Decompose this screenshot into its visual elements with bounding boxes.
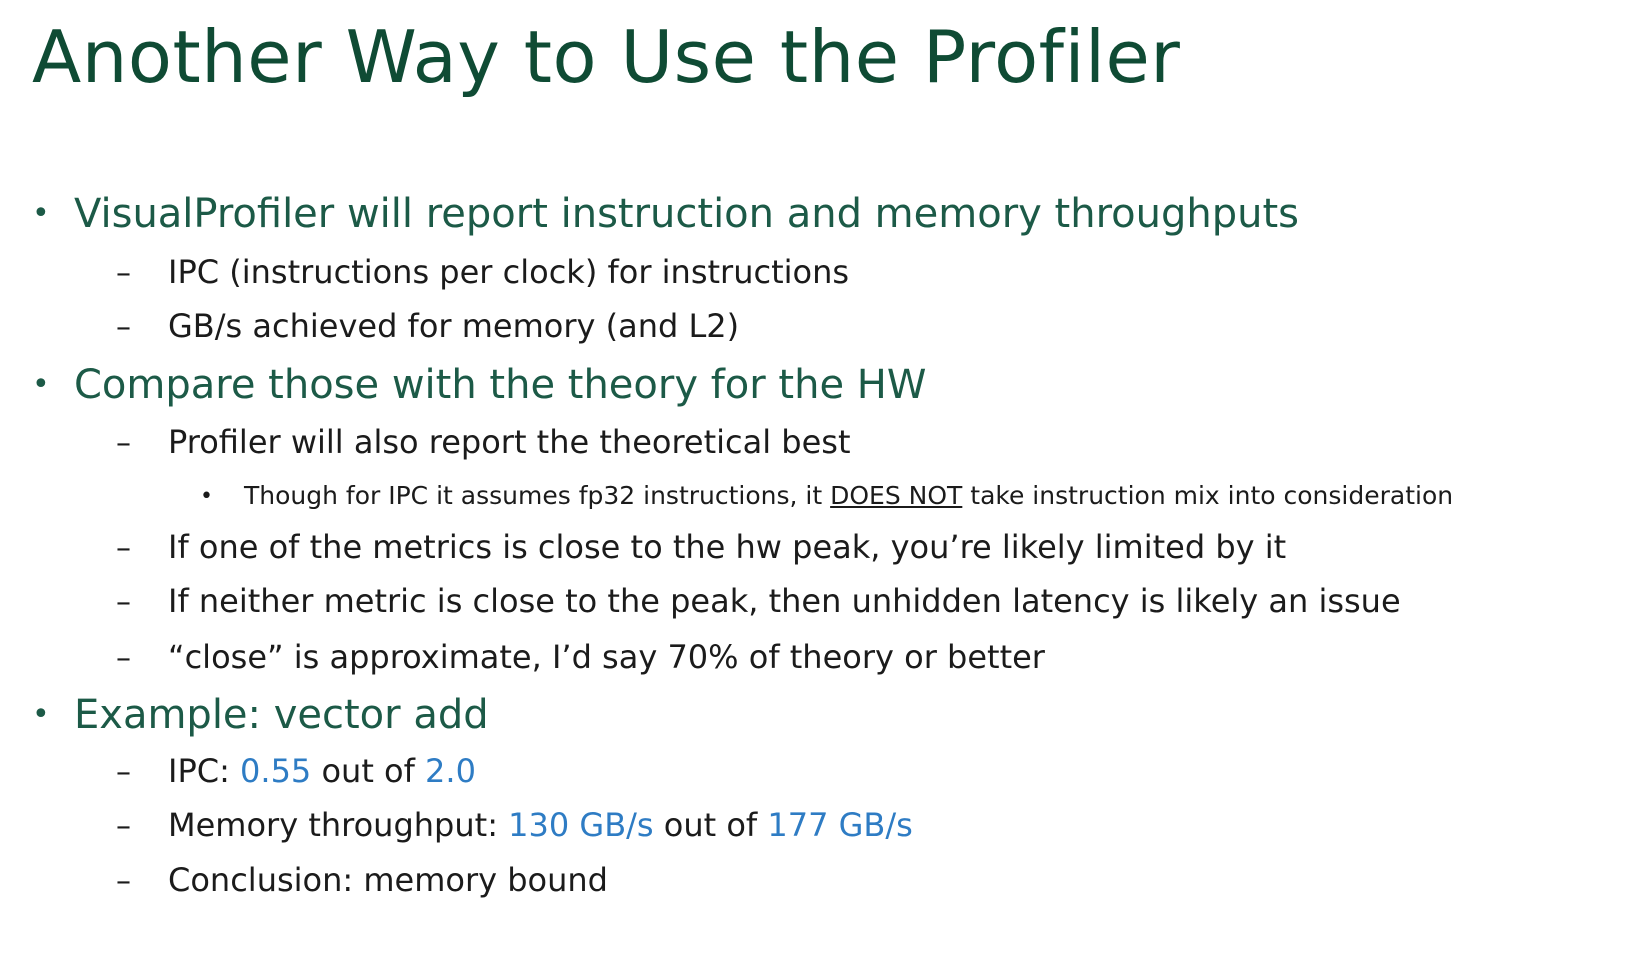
sub-bullet-item: IPC (instructions per clock) for instruc… bbox=[168, 253, 850, 291]
ipc-achieved-value: 0.55 bbox=[240, 752, 312, 790]
sub-bullet-item: “close” is approximate, I’d say 70% of t… bbox=[168, 638, 1045, 676]
dash-bullet: – bbox=[116, 531, 131, 566]
dash-bullet: – bbox=[116, 755, 131, 790]
memory-theoretical-value: 177 GB/s bbox=[767, 806, 913, 844]
slide-title: Another Way to Use the Profiler bbox=[32, 15, 1181, 99]
sub-bullet-item: Memory throughput: 130 GB/s out of 177 G… bbox=[168, 809, 913, 841]
sub-bullet-item: If one of the metrics is close to the hw… bbox=[168, 528, 1287, 566]
sub-bullet-item: If neither metric is close to the peak, … bbox=[168, 582, 1401, 620]
dash-bullet: – bbox=[116, 809, 131, 844]
dash-bullet: – bbox=[116, 426, 131, 461]
dash-bullet: – bbox=[116, 256, 131, 291]
bullet-item: Compare those with the theory for the HW bbox=[74, 362, 927, 408]
ipc-out-of: out of bbox=[311, 752, 426, 790]
sub-bullet-item: Conclusion: memory bound bbox=[168, 861, 608, 899]
dash-bullet: – bbox=[116, 310, 131, 345]
sub-bullet-item: Profiler will also report the theoretica… bbox=[168, 423, 851, 461]
bullet-item: VisualProfiler will report instruction a… bbox=[74, 191, 1299, 237]
bullet-level1: • bbox=[32, 367, 50, 402]
bullet-level1: • bbox=[32, 697, 50, 732]
bullet-level3: • bbox=[200, 484, 213, 509]
memory-throughput-label: Memory throughput: bbox=[168, 806, 509, 844]
dash-bullet: – bbox=[116, 585, 131, 620]
does-not-emphasis: DOES NOT bbox=[830, 481, 963, 510]
dash-bullet: – bbox=[116, 864, 131, 899]
sub-sub-bullet-item: Though for IPC it assumes fp32 instructi… bbox=[244, 483, 1453, 508]
memory-achieved-value: 130 GB/s bbox=[508, 806, 654, 844]
sub-bullet-item: GB/s achieved for memory (and L2) bbox=[168, 307, 740, 345]
note-text-end: take instruction mix into consideration bbox=[962, 481, 1454, 510]
bullet-item: Example: vector add bbox=[74, 692, 489, 738]
ipc-label: IPC: bbox=[168, 752, 241, 790]
ipc-theoretical-value: 2.0 bbox=[425, 752, 476, 790]
slide: Another Way to Use the Profiler • Visual… bbox=[0, 0, 1629, 971]
note-text-start: Though for IPC it assumes fp32 instructi… bbox=[244, 481, 831, 510]
sub-bullet-item: IPC: 0.55 out of 2.0 bbox=[168, 755, 476, 787]
bullet-level1: • bbox=[32, 196, 50, 231]
dash-bullet: – bbox=[116, 641, 131, 676]
memory-out-of: out of bbox=[653, 806, 768, 844]
